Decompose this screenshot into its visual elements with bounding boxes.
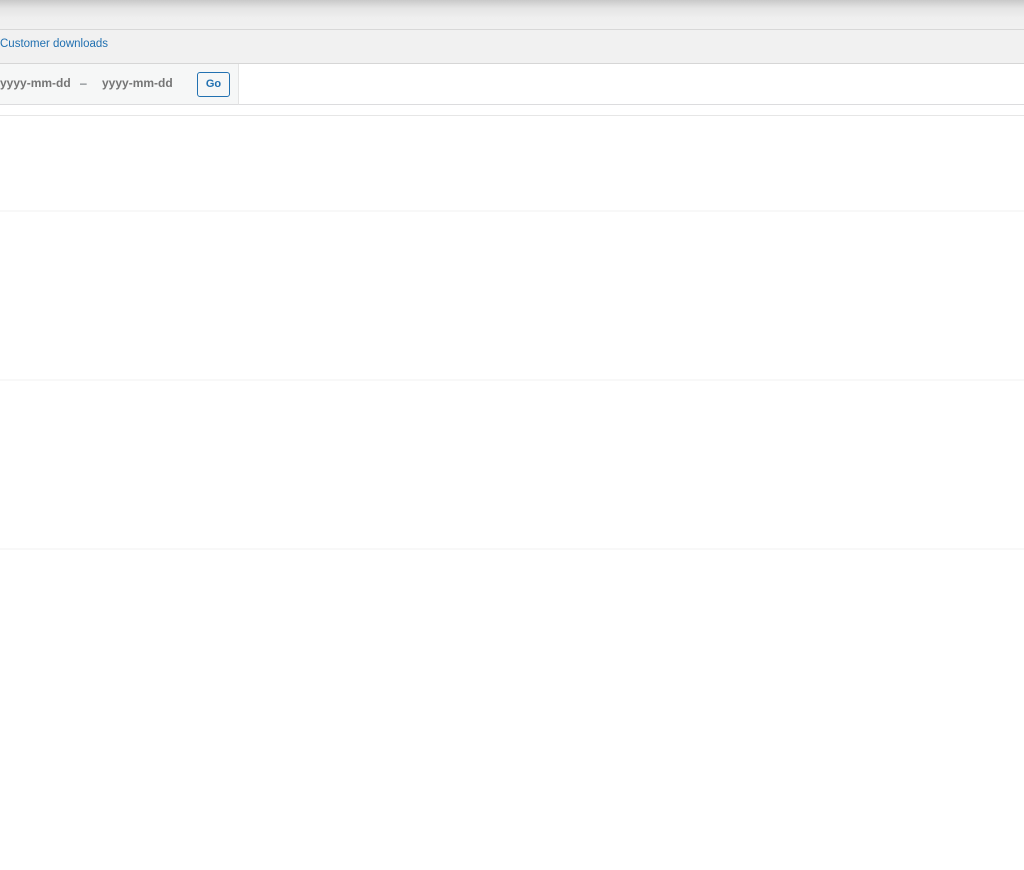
series-line xyxy=(3,211,1024,688)
admin-top-bar xyxy=(0,0,1024,30)
chart-top-border xyxy=(0,115,1024,116)
start-date-input[interactable] xyxy=(0,76,72,90)
range-bar-divider xyxy=(239,104,1024,105)
customer-downloads-link[interactable]: Customer downloads xyxy=(0,38,108,50)
downloads-chart: JanJanJanJanJanJanJan xyxy=(0,207,1024,688)
chart-grid xyxy=(0,210,1024,550)
series-points xyxy=(0,207,1024,688)
series-area xyxy=(3,211,1024,688)
report-subnav: Customer downloads xyxy=(0,30,1024,64)
report-panel: – Go JanJanJanJanJanJanJan xyxy=(0,64,1024,870)
custom-range-bar: – Go xyxy=(0,64,239,105)
end-date-input[interactable] xyxy=(102,76,182,90)
date-range-separator: – xyxy=(80,76,87,90)
go-button[interactable]: Go xyxy=(197,72,230,97)
